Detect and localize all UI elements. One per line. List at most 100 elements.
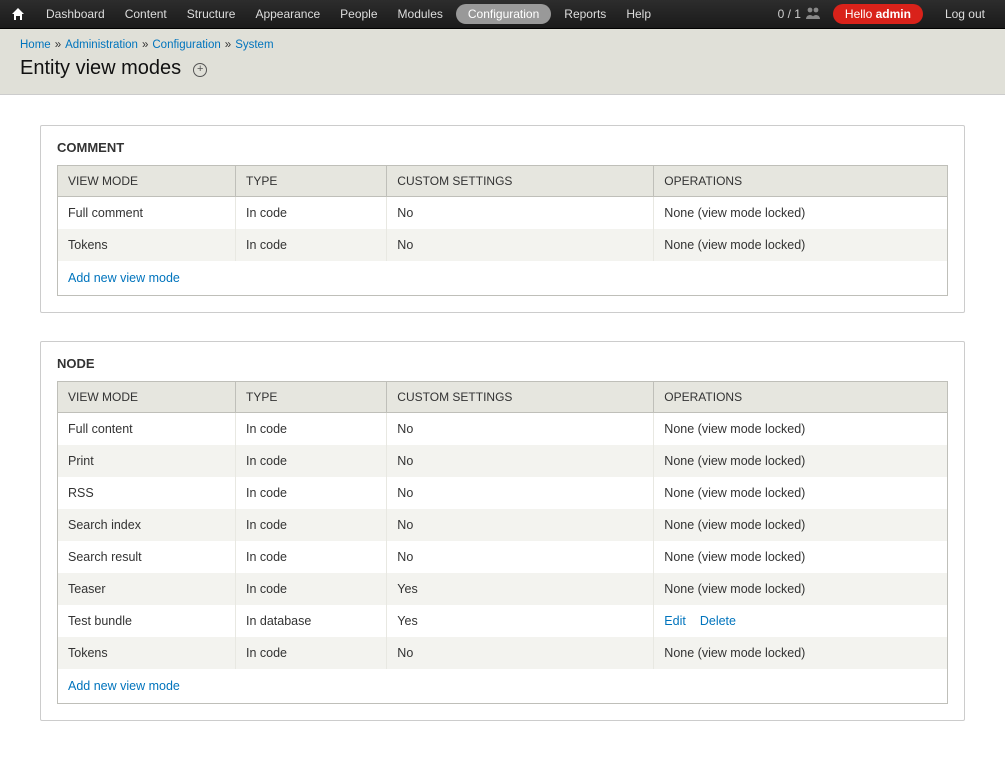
breadcrumb-link[interactable]: Configuration [152,39,220,51]
breadcrumb-separator: » [55,39,61,51]
cell-type: In code [236,413,387,446]
section-title: Comment [57,140,948,155]
column-header: Custom settings [387,382,654,413]
cell-view-mode: Print [58,445,236,477]
toolbar-right: 0 / 1 Hello admin Log out [778,1,995,27]
cell-type: In code [236,197,387,230]
cell-operations: None (view mode locked) [654,509,948,541]
nav-item-reports[interactable]: Reports [554,1,616,27]
delete-link[interactable]: Delete [700,614,736,628]
breadcrumb-separator: » [225,39,231,51]
add-row: Add new view mode [58,669,948,704]
breadcrumb-separator: » [142,39,148,51]
cell-type: In code [236,477,387,509]
table-row: Full commentIn codeNoNone (view mode loc… [58,197,948,230]
cell-view-mode: Teaser [58,573,236,605]
cell-view-mode: Tokens [58,229,236,261]
nav-item-people[interactable]: People [330,1,387,27]
view-modes-table: View modeTypeCustom settingsOperationsFu… [57,381,948,704]
table-row: RSSIn codeNoNone (view mode locked) [58,477,948,509]
cell-operations: None (view mode locked) [654,637,948,669]
cell-view-mode: RSS [58,477,236,509]
view-modes-table: View modeTypeCustom settingsOperationsFu… [57,165,948,296]
table-row: TokensIn codeNoNone (view mode locked) [58,229,948,261]
breadcrumb: Home » Administration » Configuration » System [20,39,985,51]
cell-operations: None (view mode locked) [654,477,948,509]
cell-custom: No [387,197,654,230]
cell-custom: No [387,637,654,669]
cell-custom: No [387,445,654,477]
column-header: Operations [654,166,948,197]
cell-view-mode: Search index [58,509,236,541]
cell-type: In database [236,605,387,637]
column-header: Type [236,166,387,197]
page-header: Home » Administration » Configuration » System… [0,29,1005,95]
column-header: Custom settings [387,166,654,197]
table-row: PrintIn codeNoNone (view mode locked) [58,445,948,477]
nav-item-dashboard[interactable]: Dashboard [36,1,115,27]
table-row: TokensIn codeNoNone (view mode locked) [58,637,948,669]
counter-text: 0 / 1 [778,7,801,21]
cell-type: In code [236,637,387,669]
add-shortcut-icon[interactable]: + [193,63,207,77]
section-title: Node [57,356,948,371]
breadcrumb-link[interactable]: Home [20,39,51,51]
hello-prefix: Hello [845,7,876,21]
table-row: Search resultIn codeNoNone (view mode lo… [58,541,948,573]
admin-toolbar: DashboardContentStructureAppearancePeopl… [0,0,1005,29]
table-row: Full contentIn codeNoNone (view mode loc… [58,413,948,446]
cell-type: In code [236,541,387,573]
cell-operations: None (view mode locked) [654,573,948,605]
table-row: Search indexIn codeNoNone (view mode loc… [58,509,948,541]
cell-view-mode: Search result [58,541,236,573]
column-header: Type [236,382,387,413]
cell-operations: None (view mode locked) [654,229,948,261]
column-header: Operations [654,382,948,413]
home-icon[interactable] [10,6,26,22]
add-view-mode-link[interactable]: Add new view mode [68,271,180,285]
nav-item-modules[interactable]: Modules [388,1,453,27]
cell-type: In code [236,229,387,261]
table-row: TeaserIn codeYesNone (view mode locked) [58,573,948,605]
edit-link[interactable]: Edit [664,614,686,628]
cell-custom: No [387,413,654,446]
page-title-text: Entity view modes [20,57,181,80]
cell-custom: No [387,477,654,509]
add-row: Add new view mode [58,261,948,296]
cell-custom: No [387,509,654,541]
shortcut-counter[interactable]: 0 / 1 [778,6,821,23]
breadcrumb-link[interactable]: System [235,39,273,51]
cell-type: In code [236,445,387,477]
cell-view-mode: Test bundle [58,605,236,637]
people-icon [805,6,821,23]
nav-item-configuration[interactable]: Configuration [456,4,551,24]
hello-user: admin [876,7,911,21]
add-view-mode-link[interactable]: Add new view mode [68,679,180,693]
cell-view-mode: Tokens [58,637,236,669]
logout-link[interactable]: Log out [935,1,995,27]
user-greeting[interactable]: Hello admin [833,4,923,24]
breadcrumb-link[interactable]: Administration [65,39,138,51]
table-row: Test bundleIn databaseYes Edit Delete [58,605,948,637]
nav-item-structure[interactable]: Structure [177,1,246,27]
cell-type: In code [236,509,387,541]
column-header: View mode [58,166,236,197]
cell-operations: None (view mode locked) [654,445,948,477]
cell-custom: Yes [387,605,654,637]
cell-custom: Yes [387,573,654,605]
cell-operations: None (view mode locked) [654,197,948,230]
cell-view-mode: Full content [58,413,236,446]
cell-operations: None (view mode locked) [654,413,948,446]
cell-custom: No [387,541,654,573]
cell-operations: None (view mode locked) [654,541,948,573]
nav-item-content[interactable]: Content [115,1,177,27]
cell-view-mode: Full comment [58,197,236,230]
nav-item-help[interactable]: Help [616,1,661,27]
nav-item-appearance[interactable]: Appearance [245,1,330,27]
cell-custom: No [387,229,654,261]
entity-section: Node View modeTypeCustom settingsOperatio… [40,341,965,721]
toolbar-left: DashboardContentStructureAppearancePeopl… [10,6,661,22]
main-content: CommentView modeTypeCustom settingsOpera… [0,95,1005,779]
page-title: Entity view modes + [20,57,985,80]
primary-nav: DashboardContentStructureAppearancePeopl… [36,7,661,21]
